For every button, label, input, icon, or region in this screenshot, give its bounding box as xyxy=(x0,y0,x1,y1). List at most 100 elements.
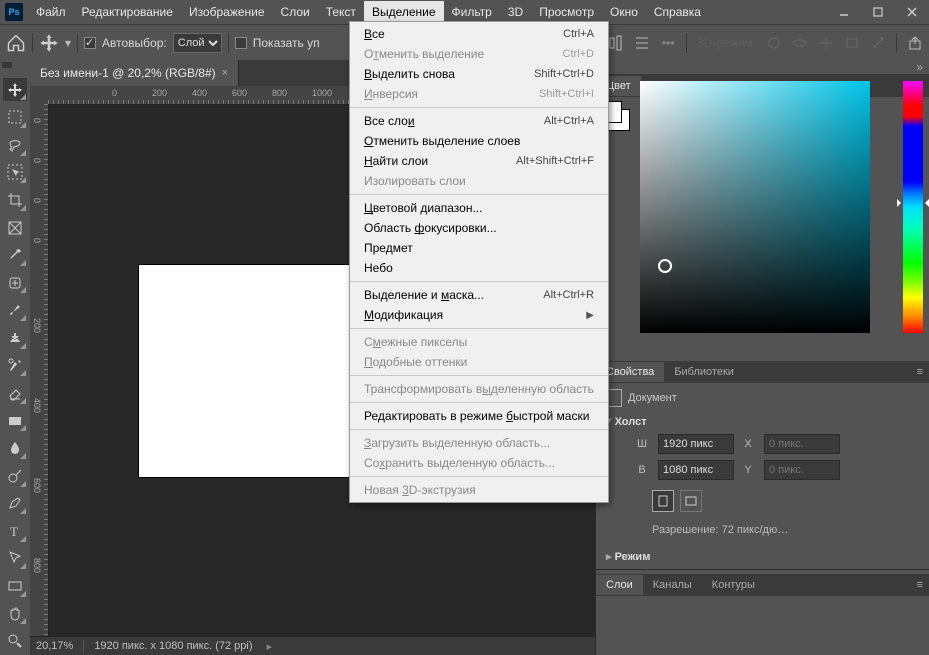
panel-expand-icon[interactable]: » xyxy=(596,60,929,75)
menu-item-shortcut: Alt+Shift+Ctrl+F xyxy=(516,155,594,167)
menu-item-label: Загрузить выделенную область... xyxy=(364,436,594,450)
orientation-landscape-button[interactable] xyxy=(680,490,702,512)
orientation-portrait-button[interactable] xyxy=(652,490,674,512)
menu-separator xyxy=(350,107,608,108)
menu-view[interactable]: Просмотр xyxy=(531,1,602,23)
eyedropper-tool[interactable] xyxy=(3,243,27,267)
type-tool[interactable]: T xyxy=(3,519,27,543)
color-field[interactable] xyxy=(640,81,870,333)
menu-separator xyxy=(350,375,608,376)
tab-paths[interactable]: Контуры xyxy=(702,575,765,595)
close-button[interactable] xyxy=(895,0,929,24)
menu-type[interactable]: Текст xyxy=(318,1,364,23)
share-icon[interactable] xyxy=(907,35,923,51)
autoselect-checkbox[interactable] xyxy=(84,37,96,49)
3d-roll-icon[interactable] xyxy=(792,35,808,51)
frame-tool[interactable] xyxy=(3,216,27,240)
prop-w-input[interactable] xyxy=(658,434,734,454)
menu-image[interactable]: Изображение xyxy=(181,1,273,23)
menu-separator xyxy=(350,402,608,403)
3d-pan-icon[interactable] xyxy=(818,35,834,51)
path-select-tool[interactable] xyxy=(3,547,27,571)
menu-item-label: Цветовой диапазон... xyxy=(364,201,594,215)
3d-orbit-icon[interactable] xyxy=(766,35,782,51)
dodge-tool[interactable] xyxy=(3,464,27,488)
properties-menu-icon[interactable]: ≡ xyxy=(911,366,929,378)
menu-item[interactable]: Цветовой диапазон... xyxy=(350,198,608,218)
status-bar: 20,17% 1920 пикс. x 1080 пикс. (72 ppi) … xyxy=(30,636,596,655)
layers-panel-menu-icon[interactable]: ≡ xyxy=(911,579,929,591)
rect-marquee-tool[interactable] xyxy=(3,105,27,129)
document-tab[interactable]: Без имени-1 @ 20,2% (RGB/8#) × xyxy=(30,60,239,86)
tab-layers[interactable]: Слои xyxy=(596,575,643,595)
hue-pointer-left-icon xyxy=(897,199,905,207)
lasso-tool[interactable] xyxy=(3,133,27,157)
properties-tabs: Свойства Библиотеки ≡ xyxy=(596,361,929,383)
ruler-corner xyxy=(30,86,49,105)
prop-h-input[interactable] xyxy=(658,460,734,480)
crop-tool[interactable] xyxy=(3,188,27,212)
tab-channels[interactable]: Каналы xyxy=(643,575,702,595)
menu-3d[interactable]: 3D xyxy=(500,1,531,23)
menu-item-label: Подобные оттенки xyxy=(364,355,594,369)
menu-item[interactable]: Предмет xyxy=(350,238,608,258)
menu-item[interactable]: Редактировать в режиме быстрой маски xyxy=(350,406,608,426)
maximize-button[interactable] xyxy=(861,0,895,24)
menu-item: Сохранить выделенную область... xyxy=(350,453,608,473)
menu-item[interactable]: Небо xyxy=(350,258,608,278)
menu-item: ИнверсияShift+Ctrl+I xyxy=(350,84,608,104)
rectangle-shape-tool[interactable] xyxy=(3,574,27,598)
status-doc-info[interactable]: 1920 пикс. x 1080 пикс. (72 ppi) xyxy=(94,640,252,652)
gradient-tool[interactable] xyxy=(3,409,27,433)
menu-edit[interactable]: Редактирование xyxy=(74,1,181,23)
blur-tool[interactable] xyxy=(3,436,27,460)
canvas-document[interactable] xyxy=(138,264,370,478)
show-transform-checkbox[interactable] xyxy=(235,37,247,49)
menu-item[interactable]: Выделение и маска...Alt+Ctrl+R xyxy=(350,285,608,305)
minimize-button[interactable] xyxy=(827,0,861,24)
menu-window[interactable]: Окно xyxy=(602,1,646,23)
home-icon[interactable] xyxy=(6,33,26,53)
move-tool-icon[interactable] xyxy=(39,33,59,53)
distribute-icon[interactable] xyxy=(634,35,650,51)
pen-tool[interactable] xyxy=(3,492,27,516)
align-icon[interactable] xyxy=(608,35,624,51)
menu-filter[interactable]: Фильтр xyxy=(444,1,500,23)
properties-panel: Свойства Библиотеки ≡ Документ ▸ Холст Ш xyxy=(596,361,929,569)
menu-select[interactable]: Выделение xyxy=(364,1,444,23)
close-tab-icon[interactable]: × xyxy=(222,67,228,79)
menu-item[interactable]: Область фокусировки... xyxy=(350,218,608,238)
menu-item[interactable]: Модификация▶ xyxy=(350,305,608,325)
brush-tool[interactable] xyxy=(3,298,27,322)
move-tool[interactable] xyxy=(3,78,27,102)
3d-slide-icon[interactable] xyxy=(844,35,860,51)
zoom-tool[interactable] xyxy=(3,629,27,653)
menu-item[interactable]: Найти слоиAlt+Shift+Ctrl+F xyxy=(350,151,608,171)
menu-item[interactable]: Все слоиAlt+Ctrl+A xyxy=(350,111,608,131)
menu-item-shortcut: Ctrl+D xyxy=(563,48,594,60)
status-zoom[interactable]: 20,17% xyxy=(36,640,73,652)
3d-scale-icon[interactable] xyxy=(870,35,886,51)
color-panel: Цвет Образцы Градиенты Узоры ≡ xyxy=(596,75,929,97)
eraser-tool[interactable] xyxy=(3,381,27,405)
toolbar-grip-icon[interactable] xyxy=(2,62,12,68)
more-icon[interactable]: ••• xyxy=(660,35,676,51)
menu-item-label: Область фокусировки... xyxy=(364,221,594,235)
object-select-tool[interactable] xyxy=(3,161,27,185)
menu-item-label: Все xyxy=(364,27,563,41)
menu-item[interactable]: Выделить сноваShift+Ctrl+D xyxy=(350,64,608,84)
vertical-ruler[interactable]: 0 0 0 0 200 400 600 800 1000 xyxy=(30,104,49,637)
healing-brush-tool[interactable] xyxy=(3,271,27,295)
history-brush-tool[interactable] xyxy=(3,354,27,378)
menu-file[interactable]: Файл xyxy=(28,1,74,23)
clone-stamp-tool[interactable] xyxy=(3,326,27,350)
menu-help[interactable]: Справка xyxy=(646,1,709,23)
menu-item[interactable]: Отменить выделение слоев xyxy=(350,131,608,151)
menu-item-label: Новая 3D-экструзия xyxy=(364,483,594,497)
menu-item[interactable]: ВсеCtrl+A xyxy=(350,24,608,44)
hand-tool[interactable] xyxy=(3,602,27,626)
menu-layer[interactable]: Слои xyxy=(273,1,318,23)
tab-libraries[interactable]: Библиотеки xyxy=(664,362,744,382)
autoselect-target-select[interactable]: Слой xyxy=(173,33,222,53)
hue-slider[interactable] xyxy=(903,81,923,333)
